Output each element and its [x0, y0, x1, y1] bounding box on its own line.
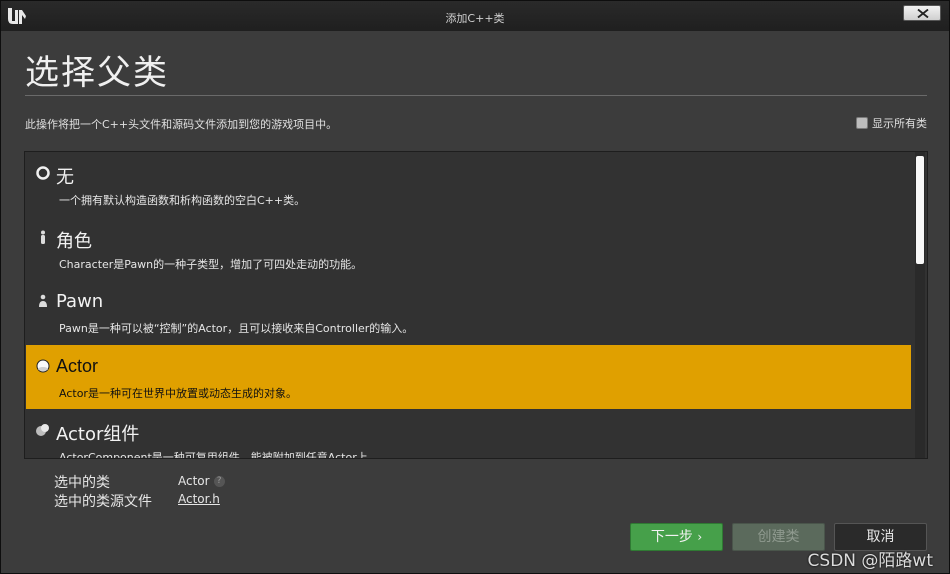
window-title: 添加C++类: [445, 12, 505, 25]
close-button[interactable]: [903, 5, 941, 21]
selected-source-link[interactable]: Actor.h: [178, 492, 220, 506]
class-name: Pawn: [56, 291, 104, 312]
class-name: Actor: [56, 356, 99, 376]
close-icon: [917, 9, 929, 18]
dialog-description: 此操作将把一个C++头文件和源码文件添加到您的游戏项目中。: [25, 118, 338, 131]
add-cpp-class-dialog: 添加C++类 选择父类 此操作将把一个C++头文件和源码文件添加到您的游戏项目中…: [0, 0, 950, 574]
actor-icon: [35, 358, 51, 374]
class-name: Actor组件: [56, 424, 140, 445]
class-description: Pawn是一种可以被“控制”的Actor，且可以接收来自Controller的输…: [59, 322, 414, 335]
class-description: ActorComponent是一种可复用组件，能被附加到任意Actor上: [59, 451, 368, 459]
show-all-checkbox[interactable]: [856, 117, 868, 129]
class-name: 无: [56, 167, 74, 188]
list-scrollbar-thumb[interactable]: [916, 156, 924, 264]
class-item-pawn[interactable]: Pawn Pawn是一种可以被“控制”的Actor，且可以接收来自Control…: [26, 280, 911, 344]
title-bar: 添加C++类: [1, 1, 949, 31]
selected-class-value: Actor: [178, 474, 210, 488]
watermark: CSDN @陌路wt: [807, 551, 933, 571]
next-button[interactable]: 下一步 ›: [630, 523, 723, 551]
class-item-character[interactable]: 角色 Character是Pawn的一种子类型，增加了可四处走动的功能。: [26, 216, 911, 280]
class-name: 角色: [56, 231, 92, 252]
next-button-label: 下一步: [650, 529, 693, 545]
none-class-icon: [35, 165, 51, 181]
character-icon: [35, 229, 51, 245]
class-item-none[interactable]: 无 一个拥有默认构造函数和析构函数的空白C++类。: [26, 152, 911, 216]
class-description: Actor是一种可在世界中放置或动态生成的对象。: [59, 387, 297, 400]
show-all-classes-toggle[interactable]: 显示所有类: [856, 115, 927, 131]
help-icon[interactable]: ?: [213, 476, 225, 487]
class-item-actor[interactable]: Actor Actor是一种可在世界中放置或动态生成的对象。: [26, 345, 911, 409]
parent-class-list: 无 一个拥有默认构造函数和析构函数的空白C++类。 角色 Character是P…: [24, 151, 928, 459]
class-item-actor-component[interactable]: Actor组件 ActorComponent是一种可复用组件，能被附加到任意Ac…: [26, 409, 911, 459]
pawn-icon: [35, 293, 51, 309]
title-divider: [25, 95, 927, 96]
class-description: 一个拥有默认构造函数和析构函数的空白C++类。: [59, 194, 306, 207]
show-all-label: 显示所有类: [872, 117, 927, 130]
page-title: 选择父类: [25, 53, 169, 93]
selected-class-label: 选中的类: [54, 475, 110, 491]
actor-component-icon: [35, 422, 51, 438]
class-description: Character是Pawn的一种子类型，增加了可四处走动的功能。: [59, 258, 363, 271]
selected-source-label: 选中的类源文件: [54, 494, 152, 510]
chevron-right-icon: ›: [697, 530, 703, 544]
selected-class-value-row: Actor?: [178, 474, 225, 488]
